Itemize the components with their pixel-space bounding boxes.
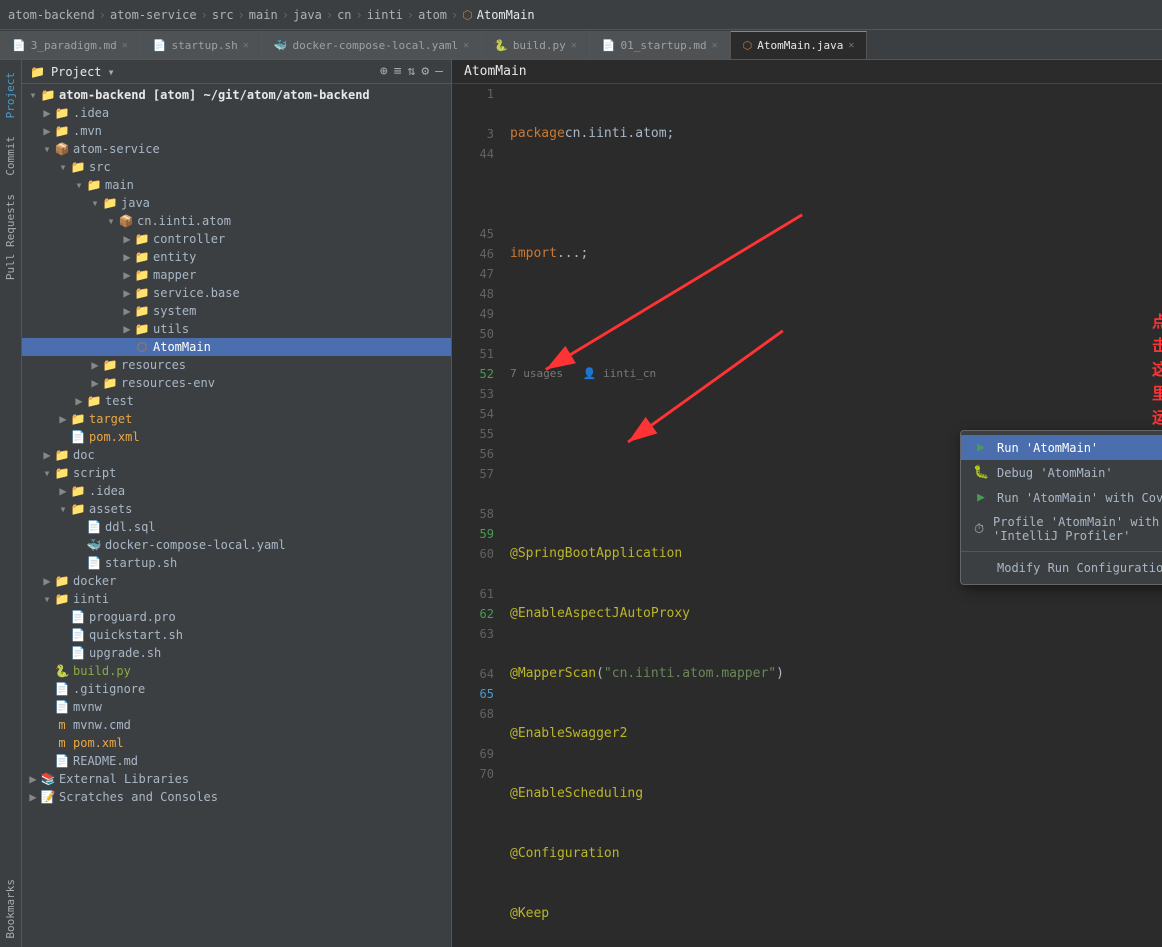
code-line-51: @Keep	[510, 904, 1162, 924]
tree-item-upgrade[interactable]: ▶ 📄 upgrade.sh	[22, 644, 451, 662]
tree-item-docker-compose[interactable]: ▶ 🐳 docker-compose-local.yaml	[22, 536, 451, 554]
line-numbers: 1 3 44 45 46 47 48 49 50 51 52 53 54 55 …	[452, 84, 502, 947]
project-icon-minimize[interactable]: —	[435, 64, 443, 79]
context-menu: ▶ Run 'AtomMain' ⇧⌥R 🐛 Debug 'AtomMain' …	[960, 430, 1162, 585]
tree-item-script[interactable]: ▾ 📁 script	[22, 464, 451, 482]
tree-item-utils[interactable]: ▶ 📁 utils	[22, 320, 451, 338]
project-dropdown-icon[interactable]: ▾	[108, 65, 115, 79]
tree-item-scratches[interactable]: ▶ 📝 Scratches and Consoles	[22, 788, 451, 806]
code-line-48: @EnableSwagger2	[510, 724, 1162, 744]
project-icon-sync[interactable]: ⊕	[380, 64, 388, 79]
tree-item-idea[interactable]: ▶ 📁 .idea	[22, 104, 451, 122]
tree-item-docker[interactable]: ▶ 📁 docker	[22, 572, 451, 590]
tree-item-mvnw-cmd[interactable]: ▶ m mvnw.cmd	[22, 716, 451, 734]
side-tab-pull-requests[interactable]: Pull Requests	[1, 186, 20, 288]
left-side-tabs: Project Commit Pull Requests Bookmarks	[0, 60, 22, 947]
tree-root[interactable]: ▾ 📁 atom-backend [atom] ~/git/atom/atom-…	[22, 86, 451, 104]
menu-item-run[interactable]: ▶ Run 'AtomMain' ⇧⌥R	[961, 435, 1162, 460]
tree-item-package[interactable]: ▾ 📦 cn.iinti.atom	[22, 212, 451, 230]
menu-item-modify[interactable]: Modify Run Configuration...	[961, 555, 1162, 580]
tree-item-gitignore[interactable]: ▶ 📄 .gitignore	[22, 680, 451, 698]
code-line-49: @EnableScheduling	[510, 784, 1162, 804]
project-folder-icon: 📁	[30, 65, 45, 79]
tree-item-system[interactable]: ▶ 📁 system	[22, 302, 451, 320]
project-header: 📁 Project ▾ ⊕ ≡ ⇅ ⚙ —	[22, 60, 451, 84]
tree-item-atommain[interactable]: ▶ ⬡ AtomMain	[22, 338, 451, 356]
tab-startup[interactable]: 📄 startup.sh ✕	[141, 31, 262, 59]
editor-area: AtomMain 1 3 44 45 46 47 48 49 50 51 52 …	[452, 60, 1162, 947]
tree-item-iinti[interactable]: ▾ 📁 iinti	[22, 590, 451, 608]
tree-item-build-py[interactable]: ▶ 🐍 build.py	[22, 662, 451, 680]
profile-icon: ⏱	[973, 522, 985, 537]
code-line-3: import ...;	[510, 244, 1162, 264]
coverage-icon: ▶	[973, 490, 989, 505]
tree-item-test[interactable]: ▶ 📁 test	[22, 392, 451, 410]
tree-item-startup-sh[interactable]: ▶ 📄 startup.sh	[22, 554, 451, 572]
tree-item-service-base[interactable]: ▶ 📁 service.base	[22, 284, 451, 302]
tree-item-resources-env[interactable]: ▶ 📁 resources-env	[22, 374, 451, 392]
project-header-icons: ⊕ ≡ ⇅ ⚙ —	[380, 64, 443, 79]
tree-item-mapper[interactable]: ▶ 📁 mapper	[22, 266, 451, 284]
code-line-46: @EnableAspectJAutoProxy	[510, 604, 1162, 624]
menu-item-run-coverage[interactable]: ▶ Run 'AtomMain' with Coverage	[961, 485, 1162, 510]
debug-icon: 🐛	[973, 465, 989, 480]
menu-separator	[961, 551, 1162, 552]
project-icon-settings[interactable]: ⚙	[421, 64, 429, 79]
menu-item-profile[interactable]: ⏱ Profile 'AtomMain' with 'IntelliJ Prof…	[961, 510, 1162, 548]
code-line-blank1	[510, 184, 1162, 204]
tree-item-entity[interactable]: ▶ 📁 entity	[22, 248, 451, 266]
project-title: Project	[51, 65, 102, 79]
tree-item-main[interactable]: ▾ 📁 main	[22, 176, 451, 194]
tree-item-controller[interactable]: ▶ 📁 controller	[22, 230, 451, 248]
tab-docker-compose[interactable]: 🐳 docker-compose-local.yaml ✕	[262, 31, 482, 59]
tabs-bar: 📄 3_paradigm.md ✕ 📄 startup.sh ✕ 🐳 docke…	[0, 30, 1162, 60]
tree-item-proguard[interactable]: ▶ 📄 proguard.pro	[22, 608, 451, 626]
side-tab-project[interactable]: Project	[1, 64, 20, 126]
tree-item-script-idea[interactable]: ▶ 📁 .idea	[22, 482, 451, 500]
tree-item-ext-libraries[interactable]: ▶ 📚 External Libraries	[22, 770, 451, 788]
modify-icon	[973, 560, 989, 575]
tab-01startup[interactable]: 📄 01_startup.md ✕	[590, 31, 731, 59]
code-line-usages1: 7 usages 👤 iinti_cn	[510, 364, 1162, 384]
editor-filename-bar: AtomMain	[452, 60, 1162, 84]
run-icon: ▶	[973, 440, 989, 455]
tree-item-atom-service[interactable]: ▾ 📦 atom-service	[22, 140, 451, 158]
code-line-50: @Configuration	[510, 844, 1162, 864]
tree-item-target[interactable]: ▶ 📁 target	[22, 410, 451, 428]
file-tree: ▾ 📁 atom-backend [atom] ~/git/atom/atom-…	[22, 84, 451, 947]
tree-item-readme[interactable]: ▶ 📄 README.md	[22, 752, 451, 770]
tree-item-pom[interactable]: ▶ 📄 pom.xml	[22, 428, 451, 446]
tree-item-java[interactable]: ▾ 📁 java	[22, 194, 451, 212]
tab-3paradigm[interactable]: 📄 3_paradigm.md ✕	[0, 31, 141, 59]
tree-item-src[interactable]: ▾ 📁 src	[22, 158, 451, 176]
tree-item-ddl[interactable]: ▶ 📄 ddl.sql	[22, 518, 451, 536]
tree-item-doc[interactable]: ▶ 📁 doc	[22, 446, 451, 464]
top-bar: atom-backend › atom-service › src › main…	[0, 0, 1162, 30]
tree-item-quickstart[interactable]: ▶ 📄 quickstart.sh	[22, 626, 451, 644]
project-panel: 📁 Project ▾ ⊕ ≡ ⇅ ⚙ — ▾ 📁 atom-backend […	[22, 60, 452, 947]
tree-item-pom-root[interactable]: ▶ m pom.xml	[22, 734, 451, 752]
project-icon-menu[interactable]: ≡	[394, 64, 402, 79]
tree-item-mvn[interactable]: ▶ 📁 .mvn	[22, 122, 451, 140]
tree-item-assets[interactable]: ▾ 📁 assets	[22, 500, 451, 518]
tab-build-py[interactable]: 🐍 build.py ✕	[482, 31, 590, 59]
tree-item-mvnw[interactable]: ▶ 📄 mvnw	[22, 698, 451, 716]
code-line-44	[510, 304, 1162, 324]
breadcrumb: atom-backend › atom-service › src › main…	[8, 8, 535, 22]
side-tab-commit[interactable]: Commit	[1, 128, 20, 184]
project-icon-sort[interactable]: ⇅	[408, 64, 416, 79]
tab-atommain[interactable]: ⬡ AtomMain.java ✕	[731, 31, 868, 59]
side-tab-bookmarks[interactable]: Bookmarks	[1, 871, 20, 947]
main-layout: Project Commit Pull Requests Bookmarks 📁…	[0, 60, 1162, 947]
code-line-1: package cn.iinti.atom;	[510, 124, 1162, 144]
menu-item-debug[interactable]: 🐛 Debug 'AtomMain' ⇧⌥D	[961, 460, 1162, 485]
tree-item-resources[interactable]: ▶ 📁 resources	[22, 356, 451, 374]
code-line-47: @MapperScan("cn.iinti.atom.mapper")	[510, 664, 1162, 684]
